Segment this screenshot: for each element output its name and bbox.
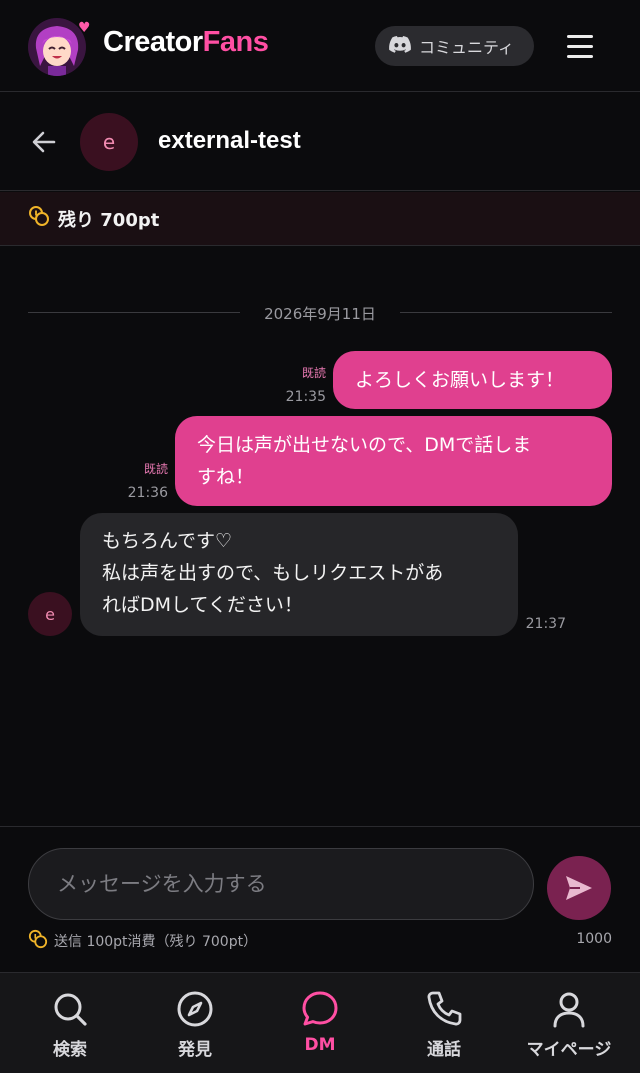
nav-label: 検索 xyxy=(53,1040,87,1060)
points-remaining: 残り 700pt xyxy=(58,209,160,231)
message-list[interactable]: 2026年9月11日 既読 21:35 よろしくお願いします！ 既読 21:36… xyxy=(0,247,640,825)
bottom-navigation: 検索 発見 DM 通話 マイページ xyxy=(0,972,640,1073)
message-bubble-outgoing[interactable]: よろしくお願いします！ xyxy=(333,351,612,409)
community-button[interactable]: コミュニティ xyxy=(375,26,534,66)
app-header: ♥ CreatorFans コミュニティ xyxy=(0,0,640,92)
coins-icon xyxy=(28,929,48,953)
chat-header: e external-test xyxy=(0,93,640,191)
back-arrow-icon[interactable] xyxy=(28,127,60,157)
user-icon xyxy=(553,992,585,1028)
nav-label: 通話 xyxy=(427,1040,461,1060)
read-receipt: 既読 xyxy=(143,462,168,476)
nav-label: 発見 xyxy=(178,1040,212,1060)
message-time: 21:37 xyxy=(525,616,566,632)
menu-line xyxy=(567,35,593,38)
character-limit: 1000 xyxy=(576,931,612,947)
message-text: よろしくお願いします！ xyxy=(355,369,565,391)
brand-name-part1: Creator xyxy=(103,26,203,58)
community-label: コミュニティ xyxy=(419,38,515,57)
peer-name[interactable]: external-test xyxy=(158,127,301,155)
date-separator: 2026年9月11日 xyxy=(28,301,612,323)
nav-item-mypage[interactable]: マイページ xyxy=(505,989,633,1069)
compass-icon xyxy=(177,991,213,1027)
send-cost-note: 送信 100pt消費（残り 700pt） xyxy=(28,929,257,953)
send-cost-text: 送信 100pt消費（残り 700pt） xyxy=(54,934,258,950)
message-time: 21:36 xyxy=(127,485,168,501)
hamburger-menu-icon[interactable] xyxy=(564,32,596,60)
message-text: 私は声を出すので、もしリクエストがあ xyxy=(102,562,444,584)
nav-item-discover[interactable]: 発見 xyxy=(131,989,259,1069)
peer-avatar-small[interactable]: e xyxy=(28,592,72,636)
menu-line xyxy=(567,45,593,48)
points-balance-bar: 残り 700pt xyxy=(0,192,640,246)
message-text: すね！ xyxy=(197,466,255,488)
send-button[interactable] xyxy=(547,856,611,920)
nav-item-search[interactable]: 検索 xyxy=(6,989,134,1069)
discord-icon xyxy=(389,35,411,57)
menu-line xyxy=(567,55,593,58)
send-icon xyxy=(566,876,592,900)
message-input[interactable] xyxy=(28,848,534,920)
nav-item-dm[interactable]: DM xyxy=(256,989,384,1069)
message-text: ればDMしてください！ xyxy=(102,594,303,616)
nav-item-call[interactable]: 通話 xyxy=(380,989,508,1069)
coins-icon xyxy=(28,205,50,232)
message-time: 21:35 xyxy=(285,389,326,405)
brand-name[interactable]: CreatorFans xyxy=(103,26,269,59)
nav-label: DM xyxy=(304,1035,336,1055)
message-composer: 送信 100pt消費（残り 700pt） 1000 xyxy=(0,826,640,971)
heart-icon: ♥ xyxy=(78,20,91,36)
message-text: もちろんです♡ xyxy=(102,530,233,552)
message-bubble-incoming[interactable]: もちろんです♡ 私は声を出すので、もしリクエストがあ ればDMしてください！ xyxy=(80,513,518,636)
nav-label: マイページ xyxy=(526,1040,612,1060)
date-label: 2026年9月11日 xyxy=(264,305,376,323)
peer-avatar[interactable]: e xyxy=(80,113,138,171)
phone-icon xyxy=(427,991,462,1026)
message-bubble-outgoing[interactable]: 今日は声が出せないので、DMで話しま すね！ xyxy=(175,416,612,506)
brand-name-part2: Fans xyxy=(202,26,269,58)
search-icon xyxy=(54,993,87,1026)
read-receipt: 既読 xyxy=(301,366,326,380)
message-text: 今日は声が出せないので、DMで話しま xyxy=(197,434,532,456)
chat-bubble-icon xyxy=(302,991,338,1026)
